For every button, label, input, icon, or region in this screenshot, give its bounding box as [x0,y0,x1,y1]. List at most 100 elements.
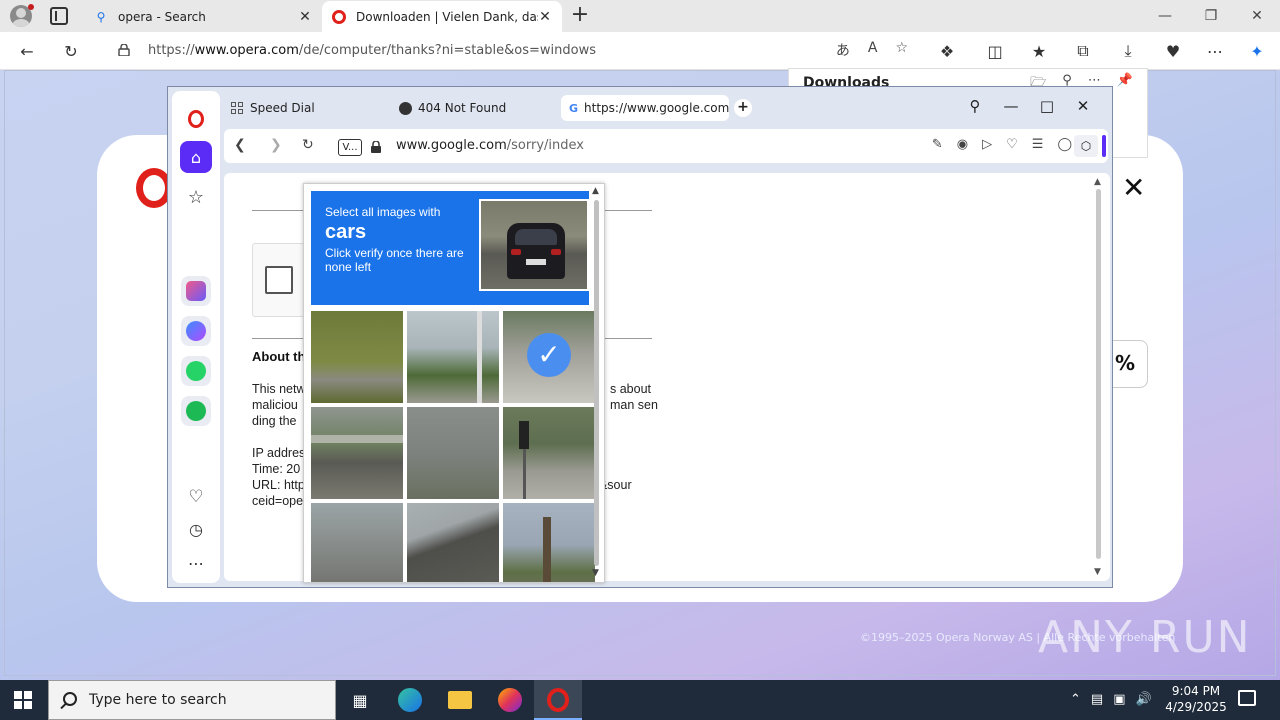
watermark: ANY RUN [1038,612,1252,663]
edge-tab-opera[interactable]: Downloaden | Vielen Dank, dass Sie... ✕ [322,1,562,32]
firefox-icon[interactable] [496,686,524,714]
notification-icon[interactable] [1238,690,1256,706]
edge-address-bar[interactable]: https://www.opera.com/de/computer/thanks… [104,36,916,66]
captcha-target: cars [325,221,367,243]
send-icon[interactable]: ▷ [982,137,992,152]
taskbar-clock[interactable]: 9:04 PM 4/29/2025 [1160,683,1232,715]
captcha-subtext: Click verify once there are none left [325,246,464,274]
captcha-tile[interactable] [503,407,595,499]
captcha-tile[interactable] [311,503,403,582]
windows-taskbar: Type here to search ▦ ⌃ ▤ ▣ 🔊 9:04 PM 4/… [0,680,1280,720]
pin-icon[interactable]: 📌 [1117,73,1133,95]
reload-icon[interactable]: ↻ [302,137,314,153]
new-tab-button[interactable]: + [734,99,752,117]
captcha-tile[interactable] [311,311,403,403]
search-icon [63,692,77,706]
search-tabs-icon[interactable]: ⚲ [964,97,986,115]
forward-icon[interactable]: ❯ [270,137,282,153]
edit-icon[interactable]: ✎ [932,137,943,152]
chevron-up-icon[interactable]: ⌃ [1070,692,1081,707]
new-tab-button[interactable]: + [570,4,590,28]
copilot-icon[interactable]: ✦ [1246,40,1268,62]
opera-tab-speed-dial[interactable]: Speed Dial [230,95,315,121]
opera-menu-icon[interactable] [180,103,212,135]
windows-start-icon[interactable] [14,691,32,709]
heart-icon[interactable]: ♡ [180,481,212,513]
tab-actions-icon[interactable] [50,7,68,25]
restore-button[interactable]: ❐ [1196,6,1226,26]
captcha-scrollbar[interactable]: ▲ ▼ [592,186,602,580]
google-icon: G [569,101,579,115]
opera-tab-title: Speed Dial [250,101,315,115]
spotify-icon[interactable] [180,395,212,427]
captcha-tile[interactable] [407,311,499,403]
captcha-tile[interactable] [503,503,595,582]
opera-tab-google[interactable]: G https://www.google.com/ [561,95,729,121]
back-arrow-icon[interactable]: ← [16,40,38,62]
easy-setup-icon[interactable]: ☰ [1032,137,1044,152]
history-clock-icon[interactable]: ◷ [180,513,212,545]
captcha-tile[interactable] [311,407,403,499]
captcha-tile[interactable] [407,503,499,582]
camera-icon[interactable]: ◉ [957,137,968,152]
globe-icon [398,101,412,115]
captcha-tile[interactable]: ✓ [503,311,595,403]
task-view-icon[interactable]: ▦ [346,686,374,714]
account-icon[interactable]: ◯ [1057,137,1072,152]
close-window-button[interactable]: ✕ [1242,6,1272,26]
selected-check-icon: ✓ [527,333,571,377]
captcha-header: Select all images with cars Click verify… [311,191,589,305]
messenger-icon[interactable] [180,315,212,347]
favorites-icon[interactable]: ★ [1028,40,1050,62]
opera-taskbar-icon[interactable] [544,686,572,714]
browser-essentials-icon[interactable]: ♥ [1162,40,1184,62]
edge-toolbar: ← ↻ https://www.opera.com/de/computer/th… [0,32,1280,98]
close-window-button[interactable]: ✕ [1072,97,1094,115]
close-tab-icon[interactable]: ✕ [538,9,552,25]
collections-icon[interactable]: ⧉ [1072,40,1094,62]
split-screen-icon[interactable]: ◫ [984,40,1006,62]
refresh-icon[interactable]: ↻ [60,40,82,62]
opera-tab-404[interactable]: 404 Not Found [398,95,506,121]
search-icon: ⚲ [96,9,106,24]
favorite-star-icon[interactable]: ☆ [895,40,908,60]
minimize-button[interactable]: — [1150,6,1180,26]
volume-icon[interactable]: 🔊 [1136,692,1152,707]
vpn-badge[interactable]: V... [338,139,362,156]
heart-icon[interactable]: ♡ [1006,137,1018,152]
read-aloud-icon[interactable]: A [868,40,878,60]
system-tray: ⌃ ▤ ▣ 🔊 [1070,692,1152,707]
downloads-icon[interactable]: ⤓ [1117,40,1139,62]
whatsapp-icon[interactable] [180,355,212,387]
extensions-icon[interactable]: ❖ [936,40,958,62]
back-icon[interactable]: ❮ [234,137,246,153]
edge-taskbar-icon[interactable] [396,686,424,714]
network-icon[interactable]: ▣ [1113,692,1125,707]
page-scrollbar[interactable]: ▲ ▼ [1094,177,1104,577]
opera-icon [332,9,346,24]
edge-tab-strip: ⚲ opera - Search ✕ Downloaden | Vielen D… [0,0,1280,32]
device-icon[interactable]: ▤ [1091,692,1103,707]
extensions-cube-icon[interactable]: ⬡ [1074,135,1098,157]
aria-app-icon[interactable] [180,275,212,307]
close-tab-icon[interactable]: ✕ [298,9,312,25]
opera-tab-title: https://www.google.com/ [584,101,729,115]
taskbar-search-box[interactable]: Type here to search [48,680,336,720]
profile-notification-dot [28,4,34,10]
opera-url[interactable]: www.google.com/sorry/index [396,138,584,153]
more-menu-icon[interactable]: ⋯ [1204,40,1226,62]
file-explorer-icon[interactable] [446,686,474,714]
edge-tab-search[interactable]: ⚲ opera - Search ✕ [84,1,322,32]
recaptcha-checkbox[interactable] [265,266,293,294]
minimize-button[interactable]: — [1000,97,1022,115]
translate-icon[interactable]: あ [836,40,850,60]
bookmarks-star-icon[interactable]: ☆ [180,181,212,213]
captcha-tile[interactable] [407,407,499,499]
sidebar-accent [1102,135,1106,157]
maximize-button[interactable]: □ [1036,97,1058,115]
home-icon[interactable]: ⌂ [180,141,212,173]
more-icon[interactable]: ⋯ [180,547,212,579]
edge-tab-title: Downloaden | Vielen Dank, dass Sie... [356,9,538,24]
close-icon[interactable]: ✕ [1122,174,1145,202]
search-placeholder: Type here to search [89,692,227,708]
